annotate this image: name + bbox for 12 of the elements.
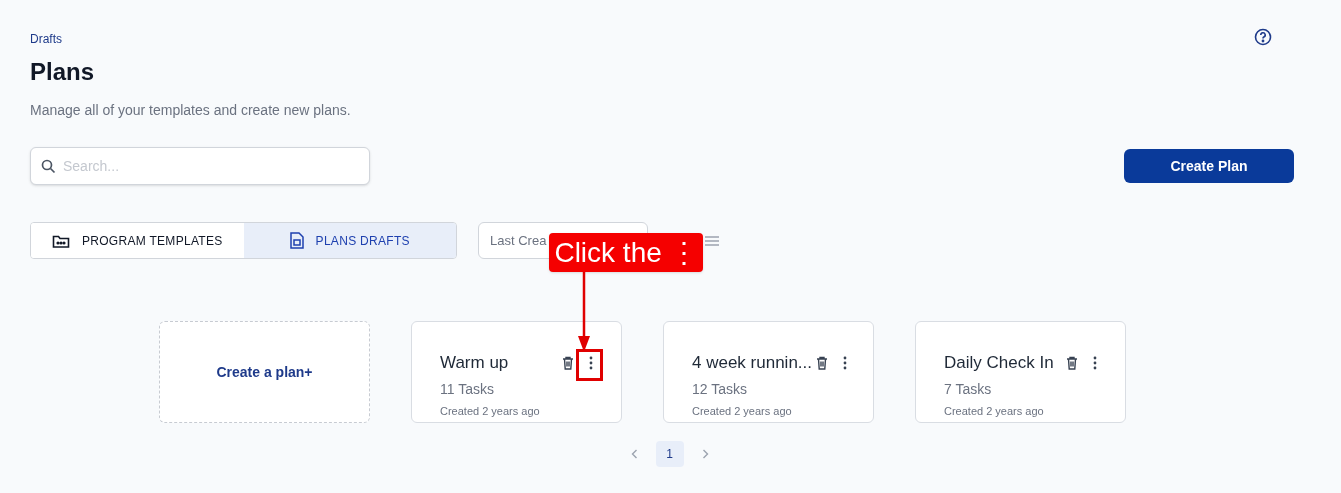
plan-name: 4 week runnin... [692,352,812,374]
plan-name: Warm up [440,352,509,374]
plan-name: Daily Check In [944,352,1054,374]
created-date: Created 2 years ago [440,403,541,419]
page-title: Plans [30,57,96,87]
page-subtitle: Manage all of your templates and create new plans. [30,101,352,120]
callout-tooltip: Click the ⋮ [549,233,703,272]
task-count: 7 Tasks [944,379,993,399]
created-date: Created 2 years ago [944,403,1045,419]
created-date: Created 2 years ago [692,403,793,419]
task-count: 11 Tasks [440,379,495,399]
task-count: 12 Tasks [692,379,748,399]
